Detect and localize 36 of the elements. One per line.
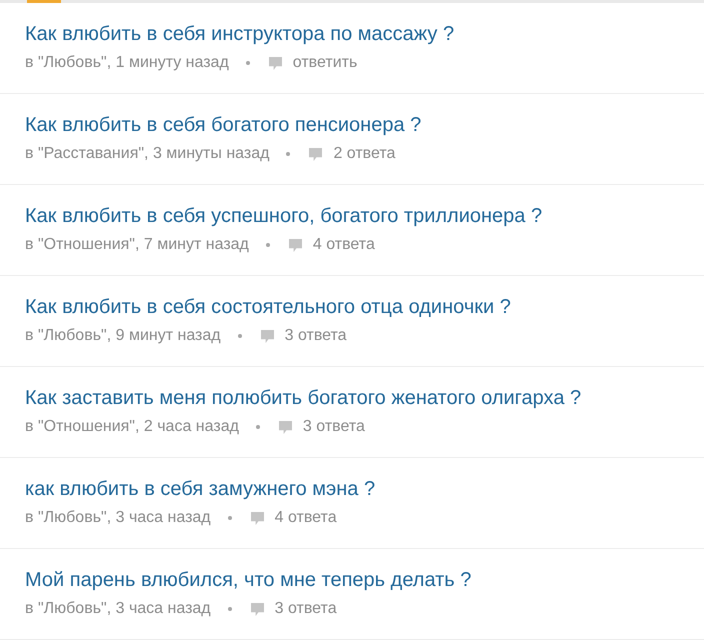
comment-icon: [309, 148, 322, 160]
answers-link[interactable]: 3 ответа: [284, 327, 347, 345]
comment-icon: [268, 56, 282, 70]
comment-icon: [288, 238, 302, 252]
comment-icon: [250, 512, 264, 524]
answers-link[interactable]: 3 ответа: [302, 418, 365, 436]
question-meta: в "Отношения", 2 часа назад: [25, 418, 239, 436]
answers-link[interactable]: ответить: [292, 54, 358, 72]
question-meta: в "Любовь", 3 часа назад: [25, 600, 211, 618]
question-link[interactable]: Как влюбить в себя богатого пенсионера ?: [25, 114, 422, 136]
bullet-icon: [286, 152, 290, 156]
bullet-icon: [228, 607, 232, 611]
question-link[interactable]: Как влюбить в себя инструктора по массажу ?: [25, 23, 454, 45]
question-meta: в "Любовь", 9 минут назад: [25, 327, 221, 345]
active-tab-indicator: [27, 0, 61, 3]
bullet-icon: [256, 425, 260, 429]
question-link[interactable]: Как влюбить в себя успешного, богатого триллионера ?: [25, 205, 542, 227]
comment-icon: [260, 330, 274, 342]
answers-link[interactable]: 4 ответа: [274, 509, 337, 527]
question-meta: в "Отношения", 7 минут назад: [25, 236, 249, 254]
question-meta: в "Любовь", 1 минуту назад: [25, 54, 229, 72]
question-link[interactable]: Как влюбить в себя состоятельного отца одиночки ?: [25, 296, 511, 318]
bullet-icon: [238, 334, 242, 338]
comment-icon: [250, 602, 264, 616]
question-link[interactable]: Как заставить меня полюбить богатого женатого олигарха ?: [25, 387, 582, 409]
question-link[interactable]: как влюбить в себя замужнего мэна ?: [25, 478, 376, 500]
question-meta: в "Любовь", 3 часа назад: [25, 509, 211, 527]
comment-icon: [278, 420, 292, 434]
question-link[interactable]: Мой парень влюбился, что мне теперь делать ?: [25, 569, 472, 591]
bullet-icon: [228, 516, 232, 520]
answers-link[interactable]: 2 ответа: [333, 145, 396, 163]
question-meta: в "Расставания", 3 минуты назад: [25, 145, 270, 163]
answers-link[interactable]: 3 ответа: [274, 600, 337, 618]
answers-link[interactable]: 4 ответа: [312, 236, 375, 254]
bullet-icon: [266, 243, 270, 247]
bullet-icon: [246, 61, 250, 65]
